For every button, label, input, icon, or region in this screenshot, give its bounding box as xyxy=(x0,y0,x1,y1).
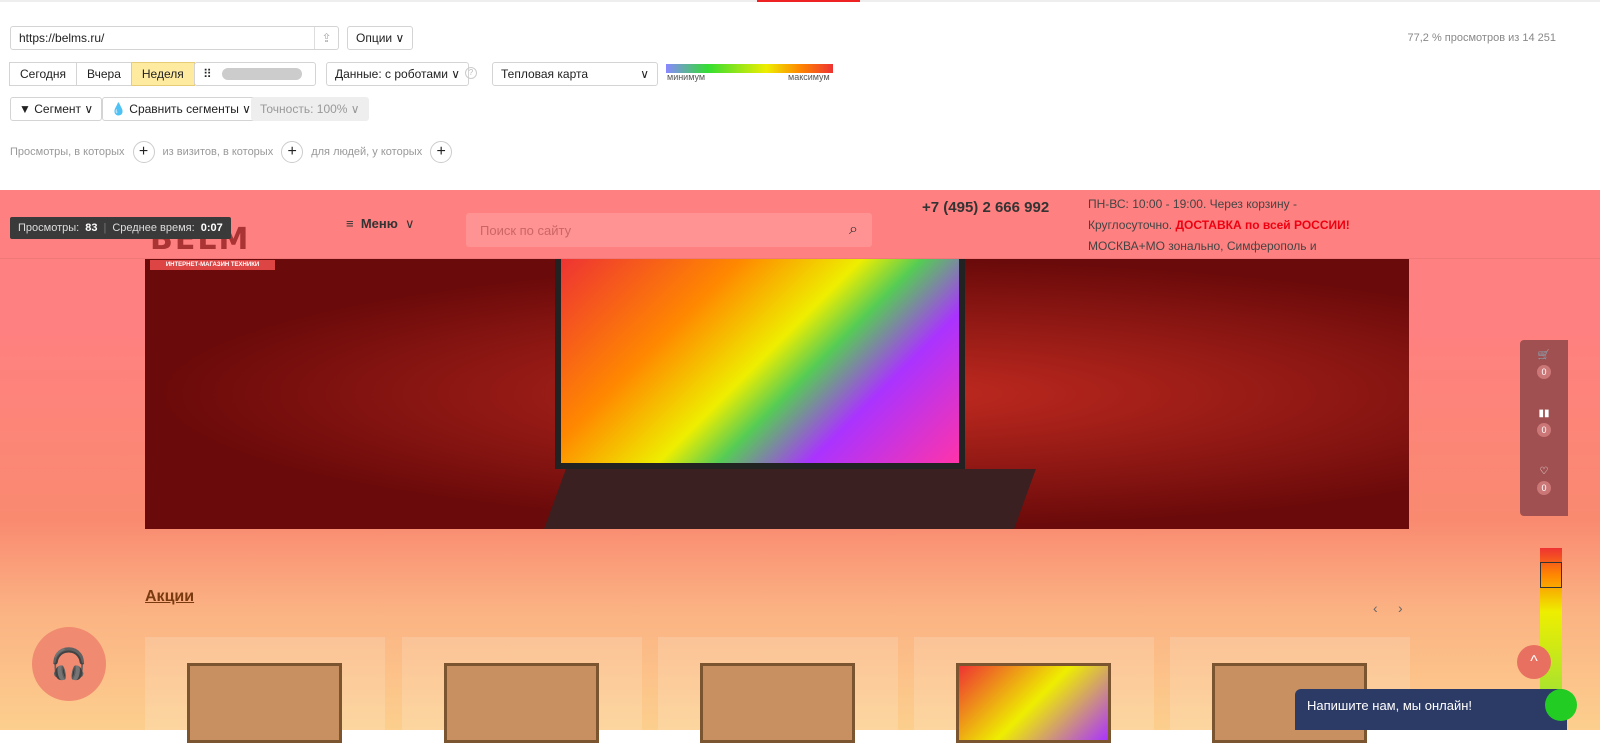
map-type-label: Тепловая карта xyxy=(501,67,589,81)
cart-button[interactable]: 🛒 0 xyxy=(1520,350,1568,408)
compare-label: Сравнить сегменты ∨ xyxy=(129,102,251,116)
compare-segments-button[interactable]: 💧 Сравнить сегменты ∨ xyxy=(102,97,260,121)
segment-button[interactable]: ▼ Сегмент ∨ xyxy=(10,97,103,121)
add-views-filter-button[interactable]: + xyxy=(132,141,155,163)
share-icon[interactable]: ⇪ xyxy=(314,27,338,49)
product-card[interactable] xyxy=(658,637,898,743)
filter-row: Просмотры, в которых + из визитов, в кото… xyxy=(10,141,453,163)
side-panel: 🛒 0 ▮▮ 0 ♡ 0 xyxy=(1520,340,1568,516)
counter-name-blurred xyxy=(221,68,302,80)
grid-icon: ⠿ xyxy=(203,67,212,81)
support-headset-icon[interactable]: 🎧 xyxy=(32,627,106,701)
url-field[interactable]: https://belms.ru/ ⇪ xyxy=(10,26,339,50)
filter-views-label: Просмотры, в которых xyxy=(10,146,125,158)
options-button[interactable]: Опции ∨ xyxy=(347,26,414,50)
product-card[interactable] xyxy=(402,637,642,743)
chevron-down-icon: ∨ xyxy=(640,67,649,81)
search-icon[interactable]: ⌕ xyxy=(849,221,858,239)
favorites-button[interactable]: ♡ 0 xyxy=(1520,466,1568,524)
segment-label: Сегмент ∨ xyxy=(34,102,94,116)
views-value: 83 xyxy=(85,222,98,234)
logo-subtitle: ИНТЕРНЕТ-МАГАЗИН ТЕХНИКИ xyxy=(150,260,275,270)
site-hours-info: ПН-ВС: 10:00 - 19:00. Через корзину - Кр… xyxy=(1088,197,1350,253)
search-placeholder: Поиск по сайту xyxy=(480,222,572,238)
site-menu-button[interactable]: ≡ Меню ∨ xyxy=(346,216,415,232)
product-card[interactable] xyxy=(914,637,1154,743)
drops-icon: 💧 xyxy=(111,102,126,116)
carousel-next-button[interactable]: › xyxy=(1398,600,1403,616)
accuracy-button[interactable]: Точность: 100% ∨ xyxy=(251,97,369,121)
url-text: https://belms.ru/ xyxy=(19,31,105,45)
menu-label: Меню xyxy=(360,216,398,231)
laptop-image xyxy=(555,259,965,469)
views-label: Просмотры: xyxy=(18,222,80,234)
period-today[interactable]: Сегодня xyxy=(9,62,77,86)
filter-visits-label: из визитов, в которых xyxy=(162,146,274,158)
scroll-up-button[interactable]: ^ xyxy=(1517,645,1551,679)
site-search-input[interactable]: Поиск по сайту ⌕ xyxy=(466,213,872,247)
map-type-select[interactable]: Тепловая карта ∨ xyxy=(492,62,658,86)
data-mode-select[interactable]: Данные: с роботами ∨ xyxy=(326,62,470,86)
chat-label: Напишите нам, мы онлайн! xyxy=(1307,698,1473,713)
top-progress xyxy=(0,0,1600,2)
counter-select[interactable]: ⠿ xyxy=(194,62,316,86)
section-title-akcii[interactable]: Акции xyxy=(145,588,194,606)
hero-banner[interactable] xyxy=(145,259,1409,529)
views-stat: 77,2 % просмотров из 14 251 xyxy=(1407,32,1557,44)
time-value: 0:07 xyxy=(200,222,223,234)
period-yesterday[interactable]: Вчера xyxy=(76,62,132,86)
period-week[interactable]: Неделя xyxy=(130,62,195,86)
period-selector: Сегодня Вчера Неделя xyxy=(9,62,195,86)
filter-icon: ▼ xyxy=(19,102,31,116)
carousel-prev-button[interactable]: ‹ xyxy=(1373,600,1378,616)
chat-widget[interactable]: Напишите нам, мы онлайн! xyxy=(1295,689,1577,730)
time-label: Среднее время: xyxy=(112,222,195,234)
add-visits-filter-button[interactable]: + xyxy=(281,141,304,163)
legend-max: максимум xyxy=(788,72,830,82)
compare-button[interactable]: ▮▮ 0 xyxy=(1520,408,1568,466)
heatmap-tooltip: Просмотры: 83 | Среднее время: 0:07 xyxy=(10,217,231,239)
filter-people-label: для людей, у которых xyxy=(311,146,423,158)
product-card[interactable] xyxy=(145,637,385,743)
add-people-filter-button[interactable]: + xyxy=(430,141,453,163)
site-phone[interactable]: +7 (495) 2 666 992 xyxy=(922,199,1049,216)
legend-min: минимум xyxy=(667,72,706,82)
help-icon[interactable]: ? xyxy=(465,67,477,79)
